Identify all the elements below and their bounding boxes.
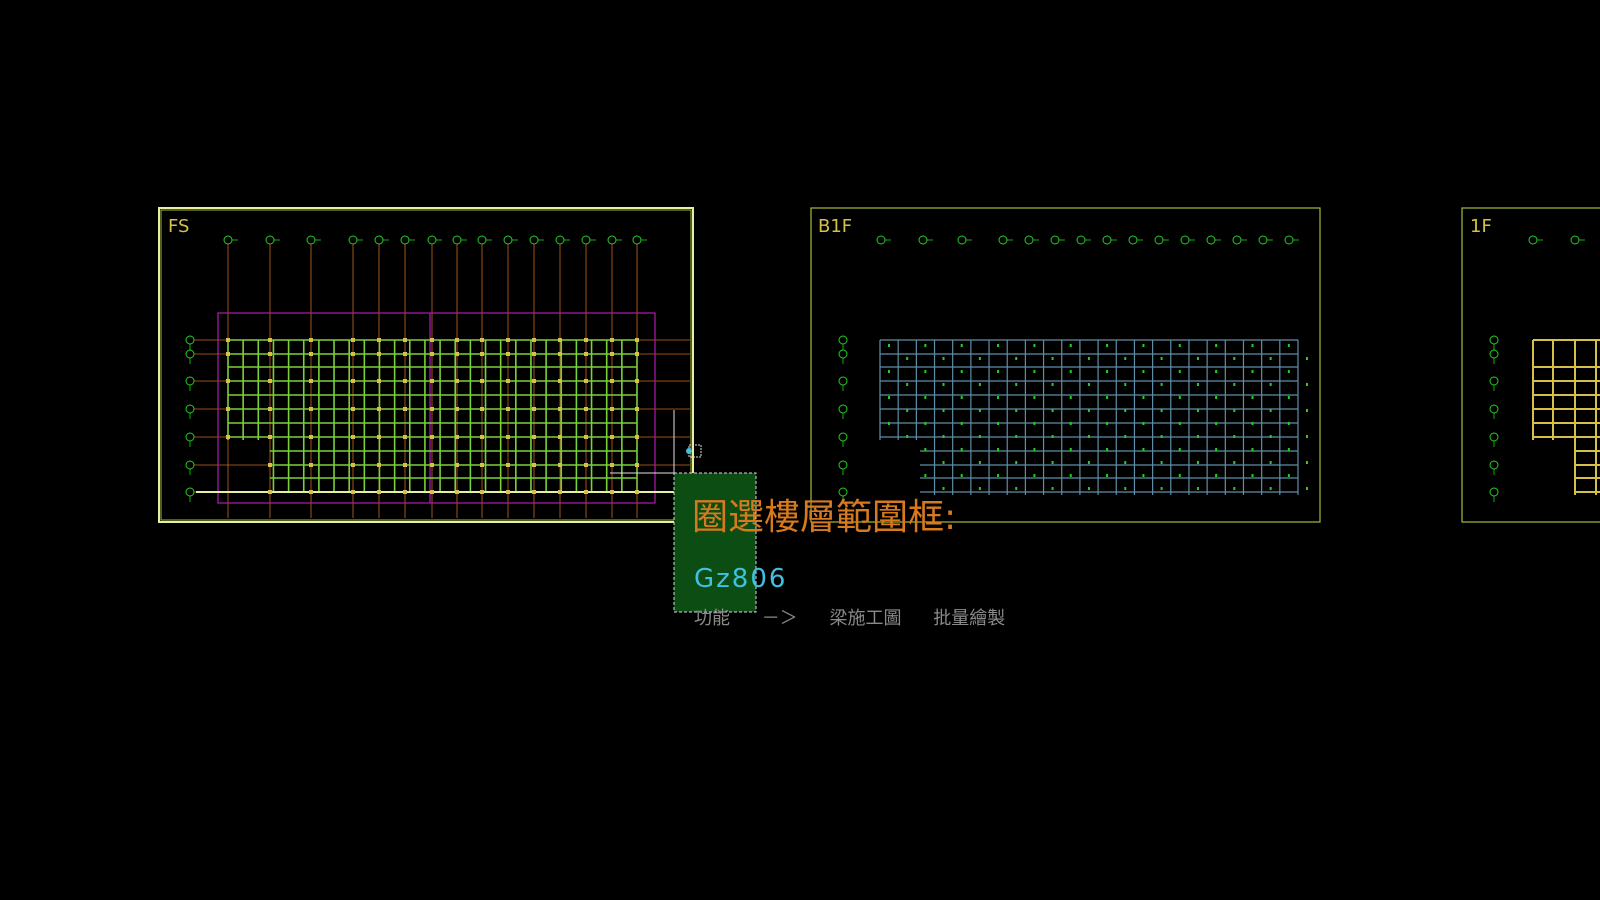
cad-drawing-canvas[interactable]: FS B1F 1F xyxy=(0,0,1600,900)
breadcrumb-item-batch-draw[interactable]: 批量繪製 xyxy=(933,608,1005,629)
canvas-background xyxy=(0,0,1600,900)
breadcrumb-item-function[interactable]: 功能 xyxy=(694,608,730,629)
breadcrumb-separator: －＞ xyxy=(761,608,798,629)
breadcrumb-item-beam-drawing[interactable]: 梁施工圖 xyxy=(829,608,901,629)
command-input[interactable]: Gz806 xyxy=(694,564,787,594)
breadcrumb: 功能 －＞ 梁施工圖 批量繪製 xyxy=(694,604,1031,630)
sheet-label-fs: FS xyxy=(168,216,189,237)
sheet-label-1f: 1F xyxy=(1470,216,1492,237)
sheet-label-b1f: B1F xyxy=(818,216,852,237)
command-prompt-text: 圈選樓層範圍框: xyxy=(692,497,957,538)
